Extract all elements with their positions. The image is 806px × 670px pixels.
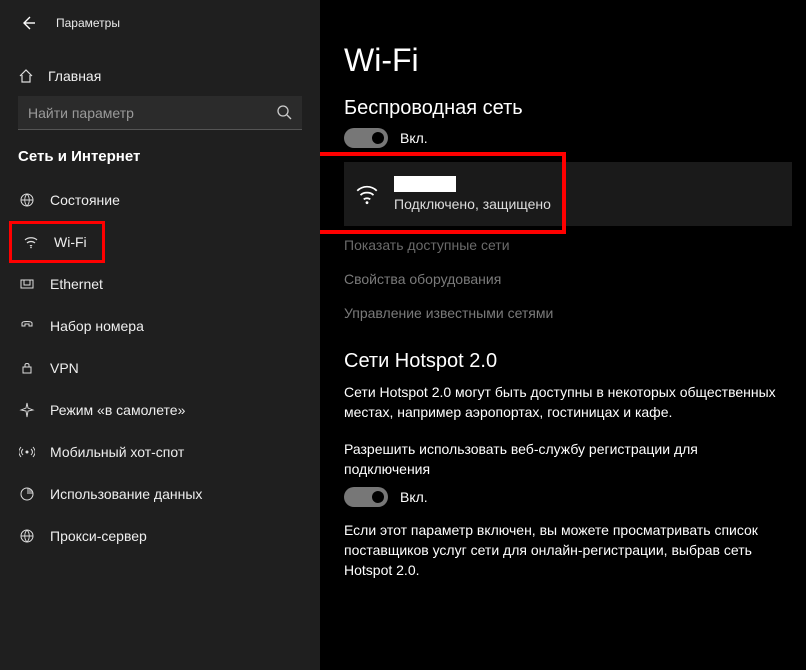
current-connection-row[interactable]: Подключено, защищено — [344, 162, 792, 226]
wifi-toggle[interactable] — [344, 128, 388, 148]
sidebar-item-hotspot[interactable]: Мобильный хот-спот — [0, 431, 320, 473]
sidebar-item-status[interactable]: Состояние — [0, 179, 320, 221]
sidebar-item-label: Ethernet — [50, 276, 103, 292]
sidebar-item-label: Состояние — [50, 192, 120, 208]
link-hardware-properties[interactable]: Свойства оборудования — [344, 262, 792, 296]
sidebar-home-label: Главная — [48, 68, 101, 84]
settings-sidebar: Параметры Главная Сеть и Интернет Состоя… — [0, 0, 320, 670]
search-input[interactable] — [18, 96, 302, 130]
titlebar-title: Параметры — [56, 16, 120, 30]
sidebar-item-label: Мобильный хот-спот — [50, 444, 184, 460]
wifi-signal-icon — [354, 181, 380, 207]
arrow-left-icon — [20, 15, 36, 31]
sidebar-item-proxy[interactable]: Прокси-сервер — [0, 515, 320, 557]
sidebar-item-vpn[interactable]: VPN — [0, 347, 320, 389]
airplane-icon — [18, 402, 36, 418]
sidebar-item-datausage[interactable]: Использование данных — [0, 473, 320, 515]
sidebar-item-ethernet[interactable]: Ethernet — [0, 263, 320, 305]
sidebar-item-airplane[interactable]: Режим «в самолете» — [0, 389, 320, 431]
link-manage-known-networks[interactable]: Управление известными сетями — [344, 296, 792, 330]
main-content: Wi-Fi Беспроводная сеть Вкл. Подключено,… — [320, 0, 806, 670]
wifi-icon — [22, 234, 40, 250]
hotspot-heading: Сети Hotspot 2.0 — [344, 350, 792, 373]
hotspot-toggle-label: Вкл. — [400, 489, 428, 505]
back-button[interactable] — [18, 13, 38, 33]
search-field[interactable] — [18, 96, 302, 130]
home-icon — [18, 68, 34, 84]
ethernet-icon — [18, 276, 36, 292]
link-show-networks[interactable]: Показать доступные сети — [344, 228, 792, 262]
sidebar-item-home[interactable]: Главная — [0, 56, 320, 96]
sidebar-item-label: VPN — [50, 360, 79, 376]
ssid-name-masked — [394, 176, 456, 192]
dialup-icon — [18, 318, 36, 334]
wireless-heading: Беспроводная сеть — [344, 97, 792, 120]
sidebar-item-label: Использование данных — [50, 486, 202, 502]
proxy-icon — [18, 528, 36, 544]
sidebar-item-label: Прокси-сервер — [50, 528, 147, 544]
page-title: Wi-Fi — [344, 42, 792, 79]
sidebar-item-wifi[interactable]: Wi-Fi — [12, 224, 102, 260]
wifi-toggle-label: Вкл. — [400, 130, 428, 146]
sidebar-item-dialup[interactable]: Набор номера — [0, 305, 320, 347]
hotspot-icon — [18, 444, 36, 460]
sidebar-item-label: Режим «в самолете» — [50, 402, 185, 418]
vpn-icon — [18, 360, 36, 376]
status-icon — [18, 192, 36, 208]
hotspot-description: Сети Hotspot 2.0 могут быть доступны в н… — [344, 383, 784, 422]
hotspot-note: Если этот параметр включен, вы можете пр… — [344, 521, 784, 580]
sidebar-section-heading: Сеть и Интернет — [0, 148, 320, 179]
hotspot-allow-text: Разрешить использовать веб-службу регист… — [344, 440, 784, 479]
hotspot-toggle[interactable] — [344, 487, 388, 507]
search-icon — [276, 104, 292, 120]
data-usage-icon — [18, 486, 36, 502]
sidebar-item-label: Набор номера — [50, 318, 144, 334]
connection-status: Подключено, защищено — [394, 196, 551, 212]
sidebar-item-label: Wi-Fi — [54, 234, 87, 250]
titlebar: Параметры — [0, 0, 320, 46]
